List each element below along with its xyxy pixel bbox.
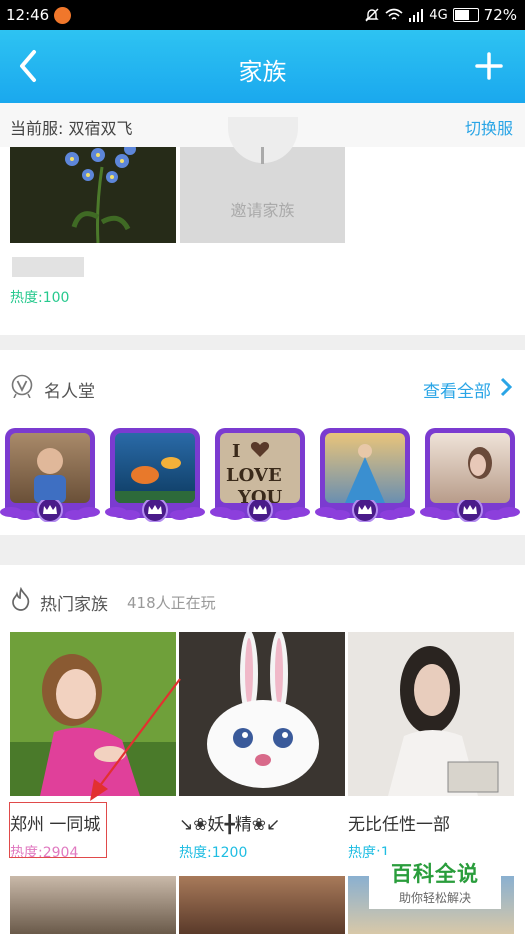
current-server-label: 当前服: 双宿双飞 — [10, 119, 133, 138]
page-title: 家族 — [238, 58, 287, 86]
hall-avatar-5[interactable] — [420, 428, 520, 522]
avatar-photo — [430, 433, 510, 503]
red-arrow-annotation — [90, 678, 181, 801]
mute-icon — [365, 8, 379, 22]
family-card-image-5[interactable] — [179, 876, 345, 934]
avatar-photo — [115, 433, 195, 503]
avatar-photo — [10, 433, 90, 503]
switch-server-link[interactable]: 切换服 — [465, 115, 513, 139]
avatar-photo — [325, 433, 405, 503]
invite-family-label: 邀请家族 — [230, 201, 295, 220]
status-time: 12:46 — [6, 6, 50, 24]
battery-percent: 72% — [483, 6, 517, 24]
flame-icon — [12, 587, 30, 611]
family-cover-image[interactable] — [10, 147, 176, 243]
chevron-right-icon[interactable] — [499, 376, 513, 398]
watermark-subtitle: 助你轻松解决 — [398, 891, 471, 905]
family-heat: 热度:100 — [10, 290, 70, 306]
highlight-box — [9, 802, 107, 858]
family-card-image-4[interactable] — [10, 876, 176, 934]
view-all-link[interactable]: 查看全部 — [423, 377, 491, 402]
crown-laurel-icon — [420, 500, 520, 522]
avatar-photo: I LOVE YOU — [220, 433, 300, 503]
family-name-blurred — [12, 257, 84, 277]
hall-avatar-4[interactable] — [315, 428, 415, 522]
svg-text:LOVE: LOVE — [226, 465, 282, 486]
my-family-section: 邀请家族 热度:100 — [0, 117, 525, 335]
v-badge-icon — [11, 374, 33, 398]
add-icon[interactable] — [471, 48, 507, 84]
svg-text:I: I — [232, 441, 240, 462]
family-name-3: 无比任性一部 — [348, 815, 450, 835]
crown-laurel-icon — [0, 500, 100, 522]
crown-laurel-icon — [315, 500, 415, 522]
hall-of-fame-section: 名人堂 查看全部 I LOVE YOU — [0, 350, 525, 535]
signal-icon — [409, 9, 424, 22]
players-count: 418人正在玩 — [127, 594, 216, 612]
invite-plus-icon — [261, 147, 264, 164]
status-indicators: 4G 72% — [364, 6, 517, 24]
app-bar: 家族 — [0, 30, 525, 103]
hall-avatar-1[interactable] — [0, 428, 100, 522]
invite-family-card[interactable]: 邀请家族 — [180, 117, 345, 243]
crown-laurel-icon — [210, 500, 310, 522]
family-card-image-3[interactable] — [348, 632, 514, 796]
watermark-title: 百科全说 — [391, 862, 479, 886]
hall-avatar-2[interactable] — [105, 428, 205, 522]
wifi-icon — [385, 8, 403, 20]
hall-of-fame-title: 名人堂 — [44, 382, 95, 402]
notification-icon — [54, 7, 71, 24]
baike-watermark: 百科全说 助你轻松解决 — [369, 855, 501, 909]
family-name-2: ↘❀妖╋精❀↙ — [179, 815, 281, 835]
hot-families-title: 热门家族 — [40, 595, 108, 615]
network-type: 4G — [429, 7, 448, 23]
family-card-image-2[interactable] — [179, 632, 345, 796]
status-bar: 12:46 4G 72% — [0, 0, 525, 30]
family-heat-2: 热度:1200 — [179, 845, 248, 861]
battery-icon — [452, 8, 479, 22]
hall-avatar-3[interactable]: I LOVE YOU — [210, 428, 310, 522]
crown-laurel-icon — [105, 500, 205, 522]
